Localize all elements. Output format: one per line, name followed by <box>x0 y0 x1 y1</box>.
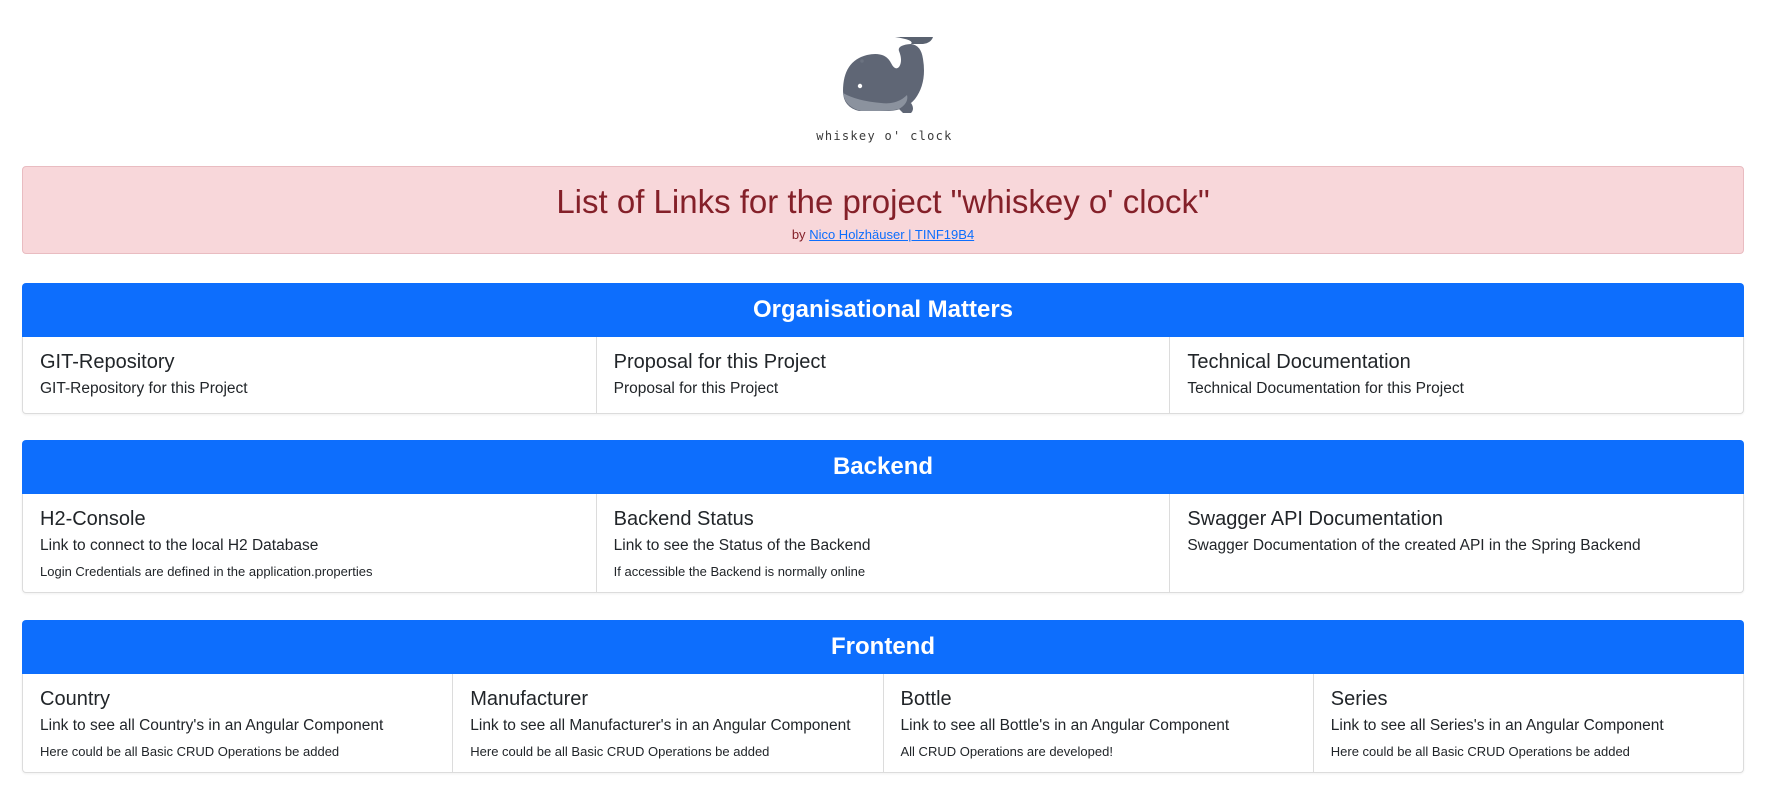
card-note: Here could be all Basic CRUD Operations … <box>40 744 340 759</box>
section-header-organisational: Organisational Matters <box>22 283 1744 337</box>
brand-name: whiskey o' clock <box>816 129 953 143</box>
card-backend-status[interactable]: Backend Status Link to see the Status of… <box>597 494 1171 592</box>
card-title: GIT-Repository <box>40 351 175 373</box>
card-manufacturer[interactable]: Manufacturer Link to see all Manufacture… <box>453 674 884 772</box>
card-text: Link to see all Manufacturer's in an Ang… <box>470 717 851 734</box>
card-title: Country <box>40 688 111 710</box>
card-country[interactable]: Country Link to see all Country's in an … <box>23 674 454 772</box>
whale-logo-icon <box>843 37 933 113</box>
card-text: Link to see all Series's in an Angular C… <box>1330 717 1664 734</box>
card-git-repository[interactable]: GIT-Repository GIT-Repository for this P… <box>23 337 597 413</box>
author-link[interactable]: Nico Holzhäuser | TINF19B4 <box>809 227 974 242</box>
section-backend-cards: H2-Console Link to connect to the local … <box>22 494 1744 593</box>
project-alert: List of Links for the project "whiskey o… <box>22 166 1744 254</box>
card-title: H2-Console <box>40 508 146 530</box>
card-text: Link to see all Bottle's in an Angular C… <box>900 717 1230 734</box>
card-text: Link to connect to the local H2 Database <box>40 537 319 554</box>
header: whiskey o' clock <box>0 0 1769 160</box>
card-title: Bottle <box>900 688 952 710</box>
author-line: by Nico Holzhäuser | TINF19B4 <box>23 227 1743 242</box>
section-header-frontend: Frontend <box>22 620 1744 674</box>
card-title: Technical Documentation <box>1187 351 1411 373</box>
card-technical-documentation[interactable]: Technical Documentation Technical Docume… <box>1170 337 1743 413</box>
card-title: Series <box>1330 688 1388 710</box>
section-header-backend: Backend <box>22 440 1744 494</box>
page-title: List of Links for the project "whiskey o… <box>556 183 1210 220</box>
card-note: All CRUD Operations are developed! <box>900 744 1113 759</box>
card-note: Here could be all Basic CRUD Operations … <box>470 744 770 759</box>
section-organisational-cards: GIT-Repository GIT-Repository for this P… <box>22 337 1744 414</box>
card-text: Proposal for this Project <box>613 380 779 397</box>
card-note: If accessible the Backend is normally on… <box>613 564 866 579</box>
card-text: Technical Documentation for this Project <box>1187 380 1464 397</box>
card-text: GIT-Repository for this Project <box>40 380 248 397</box>
card-note: Login Credentials are defined in the app… <box>40 564 373 579</box>
by-label: by <box>791 227 806 242</box>
section-frontend-cards: Country Link to see all Country's in an … <box>22 674 1744 773</box>
card-text: Link to see all Country's in an Angular … <box>40 717 384 734</box>
card-text: Swagger Documentation of the created API… <box>1187 537 1641 554</box>
card-proposal[interactable]: Proposal for this Project Proposal for t… <box>597 337 1171 413</box>
card-note: Here could be all Basic CRUD Operations … <box>1330 744 1630 759</box>
card-text: Link to see the Status of the Backend <box>613 537 871 554</box>
card-h2-console[interactable]: H2-Console Link to connect to the local … <box>23 494 597 592</box>
card-title: Swagger API Documentation <box>1187 508 1444 530</box>
card-series[interactable]: Series Link to see all Series's in an An… <box>1314 674 1743 772</box>
card-title: Proposal for this Project <box>613 351 826 373</box>
card-bottle[interactable]: Bottle Link to see all Bottle's in an An… <box>884 674 1314 772</box>
card-title: Manufacturer <box>470 688 589 710</box>
card-swagger-api[interactable]: Swagger API Documentation Swagger Docume… <box>1170 494 1743 592</box>
card-title: Backend Status <box>613 508 754 530</box>
